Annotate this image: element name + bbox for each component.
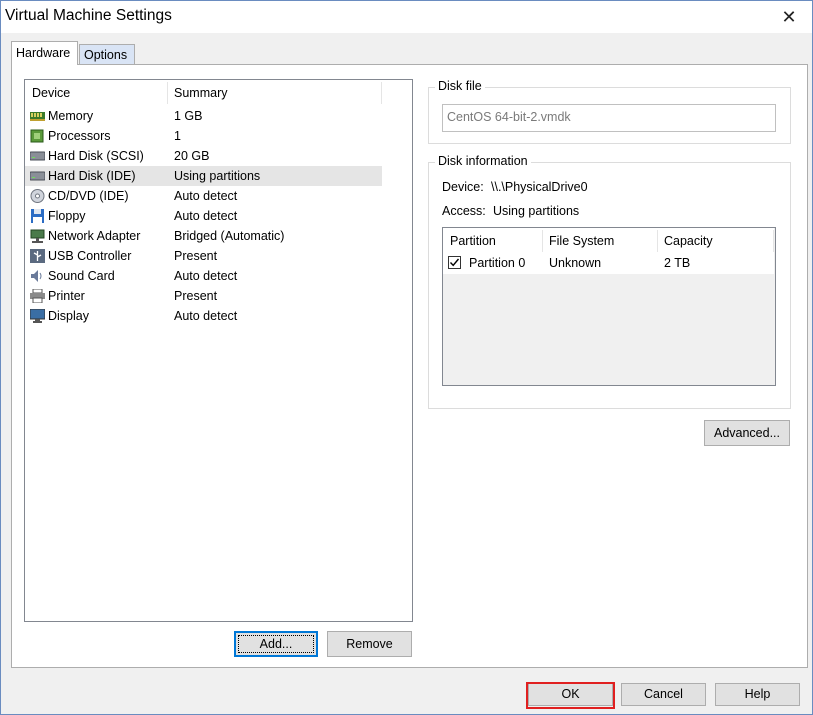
device-name: Processors bbox=[48, 129, 111, 143]
cancel-button[interactable]: Cancel bbox=[621, 683, 706, 706]
device-name: Floppy bbox=[48, 209, 86, 223]
column-header-file-system[interactable]: File System bbox=[549, 234, 614, 248]
device-summary: Present bbox=[174, 289, 218, 303]
device-row-sound-card[interactable]: Sound Card Auto detect bbox=[25, 266, 382, 286]
hard-disk-icon bbox=[29, 169, 46, 183]
device-row-memory[interactable]: Memory 1 GB bbox=[25, 106, 382, 126]
disk-information-label: Disk information bbox=[435, 154, 531, 168]
device-summary: Using partitions bbox=[174, 169, 261, 183]
device-name: USB Controller bbox=[48, 249, 132, 263]
partition-list-header: Partition File System Capacity bbox=[443, 228, 774, 252]
device-row-display[interactable]: Display Auto detect bbox=[25, 306, 382, 326]
advanced-button[interactable]: Advanced... bbox=[704, 420, 790, 446]
column-header-device[interactable]: Device bbox=[32, 86, 70, 100]
help-button[interactable]: Help bbox=[715, 683, 800, 706]
device-name: Hard Disk (SCSI) bbox=[48, 149, 144, 163]
column-separator[interactable] bbox=[773, 230, 774, 252]
tab-options[interactable]: Options bbox=[79, 44, 135, 64]
device-name: Sound Card bbox=[48, 269, 115, 283]
partition-checkbox[interactable] bbox=[448, 256, 461, 269]
floppy-icon bbox=[30, 209, 45, 223]
disk-file-value: CentOS 64-bit-2.vmdk bbox=[447, 110, 571, 124]
device-row-hard-disk-ide[interactable]: Hard Disk (IDE) Using partitions bbox=[25, 166, 382, 186]
device-row-cd-dvd-ide[interactable]: CD/DVD (IDE) Auto detect bbox=[25, 186, 382, 206]
processor-icon bbox=[30, 129, 45, 143]
printer-icon bbox=[30, 288, 45, 304]
device-summary: Auto detect bbox=[174, 309, 238, 323]
device-summary: Present bbox=[174, 249, 218, 263]
usb-icon bbox=[30, 249, 45, 263]
device-list-header: Device Summary bbox=[25, 80, 412, 104]
device-summary: Auto detect bbox=[174, 209, 238, 223]
device-row-processors[interactable]: Processors 1 bbox=[25, 126, 382, 146]
device-summary: Auto detect bbox=[174, 189, 238, 203]
disk-file-group: Disk file CentOS 64-bit-2.vmdk bbox=[428, 79, 791, 144]
disk-file-field[interactable]: CentOS 64-bit-2.vmdk bbox=[442, 104, 776, 132]
device-summary: Bridged (Automatic) bbox=[174, 229, 285, 243]
ok-highlight-box bbox=[526, 682, 615, 709]
device-row-printer[interactable]: Printer Present bbox=[25, 286, 382, 306]
cd-dvd-icon bbox=[30, 189, 45, 203]
partition-list[interactable]: Partition File System Capacity Partition… bbox=[442, 227, 776, 386]
device-name: Network Adapter bbox=[48, 229, 141, 243]
device-name: Memory bbox=[48, 109, 94, 123]
column-separator[interactable] bbox=[542, 230, 543, 252]
partition-capacity: 2 TB bbox=[664, 256, 691, 270]
partition-row[interactable]: Partition 0 Unknown 2 TB bbox=[443, 252, 774, 274]
sound-card-icon bbox=[30, 269, 45, 283]
column-header-summary[interactable]: Summary bbox=[174, 86, 227, 100]
partition-file-system: Unknown bbox=[549, 256, 602, 270]
column-separator[interactable] bbox=[657, 230, 658, 252]
disk-file-label: Disk file bbox=[435, 79, 485, 93]
remove-button[interactable]: Remove bbox=[327, 631, 412, 657]
display-icon bbox=[29, 308, 46, 323]
tab-hardware-label: Hardware bbox=[16, 46, 71, 60]
add-button[interactable]: Add... bbox=[234, 631, 318, 657]
device-name: CD/DVD (IDE) bbox=[48, 189, 129, 203]
column-separator[interactable] bbox=[381, 82, 382, 104]
memory-icon bbox=[30, 109, 45, 123]
device-value: \\.\PhysicalDrive0 bbox=[491, 180, 588, 194]
cancel-button-label: Cancel bbox=[644, 687, 683, 701]
column-header-capacity[interactable]: Capacity bbox=[664, 234, 713, 248]
device-row-usb-controller[interactable]: USB Controller Present bbox=[25, 246, 382, 266]
check-icon bbox=[449, 258, 460, 267]
column-header-partition[interactable]: Partition bbox=[450, 234, 496, 248]
device-label: Device: bbox=[442, 180, 484, 194]
hard-disk-icon bbox=[29, 149, 46, 163]
device-name: Printer bbox=[48, 289, 85, 303]
device-summary: 20 GB bbox=[174, 149, 210, 163]
network-adapter-icon bbox=[30, 229, 45, 243]
hardware-panel: Device Summary Memory 1 GB Processors 1 Hard… bbox=[11, 64, 808, 668]
device-name: Hard Disk (IDE) bbox=[48, 169, 136, 183]
tab-hardware[interactable]: Hardware bbox=[11, 41, 78, 65]
device-row-network-adapter[interactable]: Network Adapter Bridged (Automatic) bbox=[25, 226, 382, 246]
remove-button-label: Remove bbox=[346, 637, 393, 651]
device-summary: 1 bbox=[174, 129, 181, 143]
title-bar[interactable]: Virtual Machine Settings ✕ bbox=[1, 1, 812, 33]
help-button-label: Help bbox=[744, 687, 771, 701]
advanced-button-label: Advanced... bbox=[713, 426, 780, 440]
device-summary: 1 GB bbox=[174, 109, 203, 123]
access-value: Using partitions bbox=[493, 204, 580, 218]
focus-rectangle bbox=[238, 635, 314, 653]
device-row-hard-disk-scsi[interactable]: Hard Disk (SCSI) 20 GB bbox=[25, 146, 382, 166]
partition-name: Partition 0 bbox=[469, 256, 526, 270]
tab-options-label: Options bbox=[84, 48, 128, 62]
column-separator[interactable] bbox=[167, 82, 168, 104]
disk-information-group: Disk information Device: \\.\PhysicalDri… bbox=[428, 154, 791, 409]
device-list[interactable]: Device Summary Memory 1 GB Processors 1 Hard… bbox=[24, 79, 413, 622]
device-row-floppy[interactable]: Floppy Auto detect bbox=[25, 206, 382, 226]
vm-settings-window: Virtual Machine Settings ✕ Hardware Opti… bbox=[0, 0, 813, 715]
close-icon[interactable]: ✕ bbox=[774, 5, 804, 29]
access-label: Access: bbox=[442, 204, 486, 218]
device-name: Display bbox=[48, 309, 89, 323]
device-summary: Auto detect bbox=[174, 269, 238, 283]
window-title: Virtual Machine Settings bbox=[5, 7, 172, 24]
